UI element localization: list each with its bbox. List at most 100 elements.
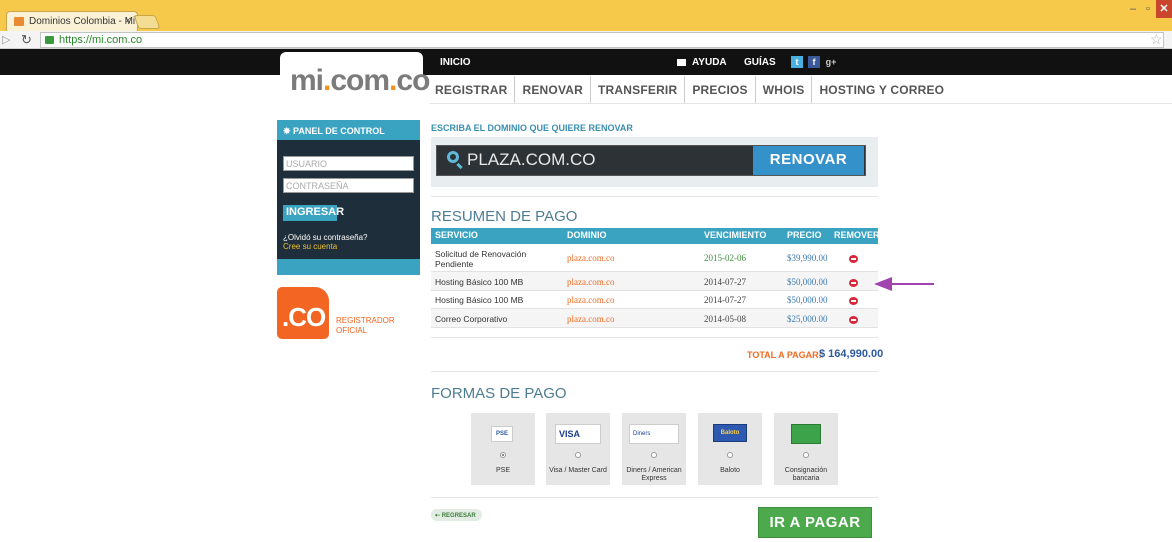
baloto-logo-icon: Baloto: [713, 424, 747, 442]
cell-domain: plaza.com.co: [567, 295, 615, 305]
password-field[interactable]: CONTRASEÑA: [283, 178, 414, 193]
remove-icon[interactable]: [849, 316, 858, 324]
cell-domain: plaza.com.co: [567, 314, 615, 324]
address-bar[interactable]: https://mi.com.co: [40, 32, 1164, 48]
new-tab-button[interactable]: [133, 15, 161, 29]
cell-date: 2014-07-27: [704, 277, 746, 287]
cell-price: $25,000.00: [787, 314, 828, 324]
column-remover: REMOVER: [834, 230, 880, 240]
nav-inicio[interactable]: INICIO: [440, 57, 471, 68]
forgot-password-link[interactable]: ¿Olvidó su contraseña?: [283, 233, 368, 242]
renew-button[interactable]: RENOVAR: [753, 146, 864, 175]
search-icon: [447, 151, 459, 163]
tab-title: Dominios Colombia - Mi: [29, 16, 136, 27]
column-dominio: DOMINIO: [567, 230, 607, 240]
nav-guias[interactable]: GUÍAS: [744, 57, 776, 68]
window-close-button[interactable]: ✕: [1156, 0, 1172, 18]
co-logo-text: .CO: [282, 302, 326, 332]
total-label: TOTAL A PAGAR:: [747, 350, 822, 360]
search-label: ESCRIBA EL DOMINIO QUE QUIERE RENOVAR: [431, 123, 633, 133]
oficial-line: OFICIAL: [336, 326, 368, 335]
reload-icon[interactable]: ↻: [21, 32, 32, 48]
site-favicon-icon: [14, 17, 24, 26]
payment-radio-visa[interactable]: [575, 452, 581, 458]
payment-radio-pse[interactable]: [500, 452, 506, 458]
cell-service: Correo Corporativo: [435, 314, 508, 324]
cell-date: 2014-07-27: [704, 295, 746, 305]
cell-price: $39,990.00: [787, 253, 828, 263]
pse-logo-icon: PSE: [491, 426, 513, 442]
cell-service: Hosting Básico 100 MB: [435, 277, 524, 287]
nav-whois[interactable]: WHOIS: [756, 76, 813, 104]
facebook-icon[interactable]: f: [808, 56, 820, 68]
lock-icon: [45, 36, 54, 44]
payment-label: Diners / American Express: [626, 467, 682, 482]
annotation-arrow-shaft: [890, 283, 934, 285]
logo-part: co: [396, 64, 430, 97]
panel-footer: [277, 259, 420, 275]
panel-title-text: PANEL DE CONTROL: [293, 126, 385, 136]
payment-label: Visa / Master Card: [549, 467, 607, 474]
cell-service: Solicitud de Renovación Pendiente: [435, 249, 527, 269]
back-label: REGRESAR: [441, 513, 476, 519]
divider: [431, 196, 878, 197]
payment-methods-title: FORMAS DE PAGO: [431, 385, 567, 402]
diners-amex-logo-icon: Diners: [629, 424, 679, 444]
summary-title: RESUMEN DE PAGO: [431, 208, 578, 225]
total-value: $ 164,990.00: [819, 348, 884, 360]
payment-radio-diners[interactable]: [651, 452, 657, 458]
window-minimize-button[interactable]: –: [1126, 0, 1140, 18]
divider: [431, 337, 878, 338]
nav-precios[interactable]: PRECIOS: [685, 76, 756, 104]
logo-part: mi: [290, 64, 324, 97]
browser-tab[interactable]: Dominios Colombia - Mi ×: [6, 11, 138, 31]
cell-price: $50,000.00: [787, 277, 828, 287]
main-nav: REGISTRAR RENOVAR TRANSFERIR PRECIOS WHO…: [430, 76, 951, 104]
nav-registrar[interactable]: REGISTRAR: [430, 76, 516, 104]
payment-radio-consignacion[interactable]: [803, 452, 809, 458]
gear-icon: ✸: [283, 126, 294, 136]
domain-search-value: PLAZA.COM.CO: [467, 150, 596, 169]
payment-label: Baloto: [720, 467, 740, 474]
divider: [431, 371, 878, 372]
cell-price: $50,000.00: [787, 295, 828, 305]
tab-close-icon[interactable]: ×: [125, 15, 131, 27]
payment-label: PSE: [495, 467, 510, 474]
divider: [431, 497, 878, 498]
bank-deposit-icon: [791, 424, 821, 444]
username-field[interactable]: USUARIO: [283, 156, 414, 171]
column-vencimiento: VENCIMIENTO: [704, 230, 767, 240]
bookmark-star-icon[interactable]: ☆: [1150, 31, 1163, 48]
registrador-line: REGISTRADOR: [336, 316, 395, 325]
visa-mastercard-logo-icon: VISA: [555, 424, 601, 444]
browser-toolbar: ▷ ↻ https://mi.com.co ☆: [0, 31, 1172, 49]
window-maximize-button[interactable]: ▫: [1141, 0, 1155, 18]
remove-icon[interactable]: [849, 297, 858, 305]
help-monitor-icon: [677, 59, 686, 66]
nav-renovar[interactable]: RENOVAR: [515, 76, 591, 104]
remove-icon[interactable]: [849, 279, 858, 287]
arrow-left-icon: ⇠: [435, 513, 442, 519]
column-servicio: SERVICIO: [435, 230, 478, 240]
cell-domain: plaza.com.co: [567, 277, 615, 287]
panel-title: ✸ PANEL DE CONTROL: [277, 120, 420, 140]
nav-divider: [430, 103, 1172, 104]
back-button[interactable]: ⇠ REGRESAR: [431, 509, 482, 521]
cell-domain: plaza.com.co: [567, 253, 615, 263]
nav-hosting-correo[interactable]: HOSTING Y CORREO: [812, 76, 951, 104]
control-panel: ✸ PANEL DE CONTROL USUARIO CONTRASEÑA IN…: [277, 120, 420, 275]
nav-ayuda[interactable]: AYUDA: [692, 57, 727, 68]
login-button[interactable]: INGRESAR: [283, 205, 344, 221]
cell-date: 2015-02-06: [704, 253, 746, 263]
remove-icon[interactable]: [849, 255, 858, 263]
cell-service: Hosting Básico 100 MB: [435, 295, 524, 305]
go-to-pay-button[interactable]: IR A PAGAR: [758, 507, 872, 538]
google-plus-icon[interactable]: g+: [825, 56, 837, 68]
logo-part: com: [330, 64, 390, 97]
site-logo[interactable]: mi.com.co: [290, 64, 430, 98]
twitter-icon[interactable]: t: [791, 56, 803, 68]
payment-radio-baloto[interactable]: [727, 452, 733, 458]
create-account-link[interactable]: Cree su cuenta: [283, 242, 337, 251]
nav-transferir[interactable]: TRANSFERIR: [591, 76, 686, 104]
forward-icon[interactable]: ▷: [2, 33, 10, 46]
